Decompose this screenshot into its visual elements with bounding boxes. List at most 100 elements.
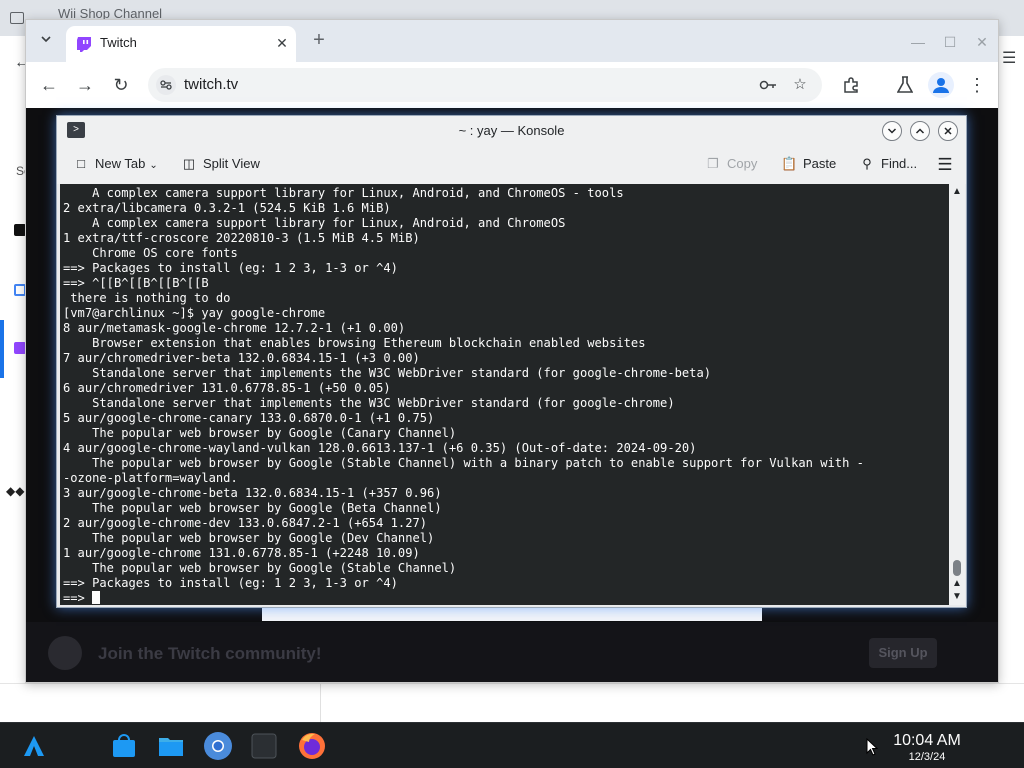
copy-icon: ❐ [707, 156, 719, 171]
terminal-line: A complex camera support library for Lin… [63, 186, 624, 200]
tab-search-dropdown[interactable] [34, 30, 58, 52]
scroll-up-arrow-icon[interactable]: ▲ [951, 578, 963, 590]
twitch-logo-icon [48, 636, 82, 670]
terminal-line: -ozone-platform=wayland. [63, 471, 238, 485]
hamburger-menu-icon[interactable]: ☰ [935, 155, 955, 175]
scroll-down-arrow-icon[interactable]: ▼ [951, 591, 963, 603]
konsole-toolbar: □ New Tab ⌄ ◫ Split View ❐ Copy 📋 Paste ⚲ Find… [57, 146, 966, 184]
background-selected-indicator [0, 320, 4, 378]
bookmark-star-icon[interactable]: ☆ [790, 75, 810, 95]
terminal-line: 8 aur/metamask-google-chrome 12.7.2-1 (+… [63, 321, 406, 335]
new-tab-button[interactable]: + [307, 29, 331, 53]
terminal-line: Chrome OS core fonts [63, 246, 238, 260]
split-view-button[interactable]: ◫ Split View [181, 156, 260, 172]
new-tab-button[interactable]: □ New Tab ⌄ [73, 156, 158, 171]
background-menu-icon[interactable]: ☰ [1002, 48, 1016, 68]
terminal-line: Browser extension that enables browsing … [63, 336, 646, 350]
join-community-text: Join the Twitch community! [98, 644, 322, 663]
paste-label: Paste [803, 156, 837, 171]
background-right-strip: ☰ [998, 36, 1024, 722]
search-icon: ⚲ [862, 156, 872, 171]
terminal-line: A complex camera support library for Lin… [63, 216, 566, 230]
tab-twitch[interactable]: Twitch ✕ [66, 26, 296, 62]
extensions-icon[interactable] [838, 72, 864, 98]
twitch-icon [77, 37, 91, 52]
terminal-output[interactable]: A complex camera support library for Lin… [60, 184, 949, 605]
address-bar[interactable]: twitch.tv ☆ [148, 68, 822, 102]
terminal-line: The popular web browser by Google (Dev C… [63, 531, 435, 545]
terminal-line: ==> ^[[B^[[B^[[B^[[B [63, 276, 209, 290]
firefox-icon[interactable] [297, 731, 327, 761]
maximize-button[interactable]: ☐ [940, 32, 960, 52]
find-label: Find... [881, 156, 918, 171]
copy-label: Copy [727, 156, 758, 171]
clock-time[interactable]: 10:04 AM [884, 732, 970, 750]
twitch-signup-banner: Join the Twitch community! Sign Up [26, 622, 998, 682]
terminal-line: 5 aur/google-chrome-canary 133.0.6870.0-… [63, 411, 435, 425]
forward-button[interactable]: → [72, 72, 98, 98]
background-diamond-icon: ◆◆ [6, 484, 25, 498]
paste-button[interactable]: 📋 Paste [781, 156, 836, 172]
terminal-line: Standalone server that implements the W3… [63, 396, 675, 410]
clock-date[interactable]: 12/3/24 [884, 751, 970, 763]
labs-flask-icon[interactable] [892, 72, 918, 98]
close-icon [944, 127, 952, 135]
tab-title: Twitch [100, 35, 137, 50]
terminal-line: 7 aur/chromedriver-beta 132.0.6834.15-1 … [63, 351, 420, 365]
site-info-icon[interactable] [156, 75, 176, 95]
find-button[interactable]: ⚲ Find... [859, 156, 917, 172]
terminal-line: The popular web browser by Google (Beta … [63, 501, 442, 515]
konsole-close-button[interactable] [938, 121, 958, 141]
konsole-minimize-button[interactable] [882, 121, 902, 141]
minimize-button[interactable]: — [908, 32, 928, 52]
terminal-line: 2 aur/google-chrome-dev 133.0.6847.2-1 (… [63, 516, 428, 530]
window-close-button[interactable]: ✕ [972, 32, 992, 52]
terminal-line: ==> Packages to install (eg: 1 2 3, 1-3 … [63, 261, 398, 275]
mouse-pointer-icon [866, 738, 878, 756]
terminal-line: The popular web browser by Google (Canar… [63, 426, 457, 440]
terminal-line: there is nothing to do [63, 291, 231, 305]
terminal-prompt-line[interactable]: ==> [63, 591, 949, 605]
terminal-scrollbar[interactable]: ▲ ▲ ▼ [949, 184, 965, 605]
chevron-down-icon: ⌄ [149, 160, 158, 171]
text-cursor [92, 591, 101, 604]
person-icon [933, 78, 949, 93]
password-key-icon[interactable] [758, 75, 778, 95]
terminal-line: 3 aur/google-chrome-beta 132.0.6834.15-1… [63, 486, 442, 500]
terminal-line: The popular web browser by Google (Stabl… [63, 561, 457, 575]
terminal-prompt: ==> [63, 591, 93, 605]
konsole-maximize-button[interactable] [910, 121, 930, 141]
reload-button[interactable]: ↻ [108, 72, 134, 98]
scrollbar-thumb[interactable] [953, 560, 961, 576]
terminal-line: 1 extra/ttf-croscore 20220810-3 (1.5 MiB… [63, 231, 420, 245]
sign-up-button[interactable]: Sign Up [869, 638, 937, 668]
new-tab-label: New Tab [95, 156, 146, 171]
background-page-strip: Se ◆◆ [0, 96, 31, 722]
back-button[interactable]: ← [36, 72, 62, 98]
chromium-icon[interactable] [203, 731, 233, 761]
browser-menu-button[interactable]: ⋮ [964, 72, 990, 98]
split-view-label: Split View [203, 156, 260, 171]
app-launcher-icon[interactable] [20, 732, 48, 760]
konsole-title-bar[interactable]: > ~ : yay — Konsole [57, 116, 966, 146]
terminal-line: 1 aur/google-chrome 131.0.6778.85-1 (+22… [63, 546, 420, 560]
konsole-window-title: ~ : yay — Konsole [458, 123, 565, 138]
profile-avatar[interactable] [928, 72, 954, 98]
scroll-up-arrow-icon[interactable]: ▲ [951, 186, 963, 198]
new-tab-icon: □ [77, 156, 85, 171]
file-manager-icon[interactable] [157, 732, 185, 760]
url-text: twitch.tv [184, 76, 239, 93]
copy-button[interactable]: ❐ Copy [705, 156, 757, 172]
background-bottom-area [0, 683, 1024, 723]
konsole-window: > ~ : yay — Konsole □ New Tab ⌄ ◫ Split Vie… [56, 115, 967, 608]
close-icon[interactable]: ✕ [272, 33, 292, 53]
terminal-line: ==> Packages to install (eg: 1 2 3, 1-3 … [63, 576, 398, 590]
terminal-line: 6 aur/chromedriver 131.0.6778.85-1 (+50 … [63, 381, 391, 395]
navigation-bar: ← → ↻ twitch.tv ☆ ⋮ [26, 62, 998, 108]
background-tab-search-icon[interactable] [10, 12, 24, 24]
terminal-line: The popular web browser by Google (Stabl… [63, 456, 864, 470]
discover-store-icon[interactable] [110, 732, 138, 760]
terminal-line: Standalone server that implements the W3… [63, 366, 712, 380]
terminal-line: 2 extra/libcamera 0.3.2-1 (524.5 KiB 1.6… [63, 201, 391, 215]
konsole-icon[interactable] [250, 732, 278, 760]
